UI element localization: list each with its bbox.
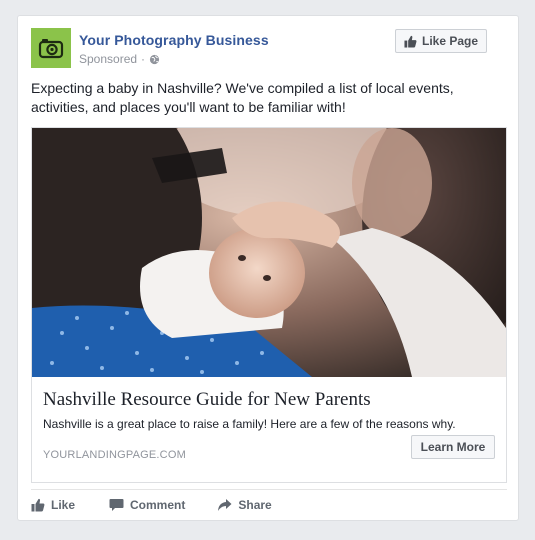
actions-divider: [31, 489, 507, 490]
link-attachment[interactable]: Nashville Resource Guide for New Parents…: [31, 127, 507, 483]
share-arrow-icon: [218, 499, 232, 511]
page-avatar[interactable]: [31, 28, 71, 68]
link-title[interactable]: Nashville Resource Guide for New Parents: [43, 389, 371, 411]
link-description: Nashville is a great place to raise a fa…: [43, 417, 456, 431]
page-name-link[interactable]: Your Photography Business: [79, 32, 269, 48]
newborn-photo: [32, 128, 506, 377]
share-button[interactable]: Share: [217, 498, 272, 512]
share-label: Share: [238, 498, 272, 512]
camera-icon: [38, 39, 64, 59]
comment-button[interactable]: Comment: [109, 498, 185, 512]
thumbs-up-icon: [31, 498, 45, 512]
comment-label: Comment: [130, 498, 186, 512]
sponsored-post-card: Your Photography Business Sponsored · Li…: [17, 15, 519, 521]
like-label: Like: [51, 498, 76, 512]
post-meta: Sponsored ·: [79, 52, 160, 66]
like-page-label: Like Page: [421, 34, 479, 48]
like-page-button[interactable]: Like Page: [395, 29, 487, 53]
ad-photo[interactable]: [32, 128, 506, 377]
link-preview[interactable]: Nashville Resource Guide for New Parents…: [32, 377, 506, 482]
learn-more-button[interactable]: Learn More: [411, 435, 495, 459]
like-button[interactable]: Like: [31, 498, 75, 512]
link-domain: YOURLANDINGPAGE.COM: [43, 449, 186, 461]
meta-separator: ·: [141, 52, 146, 66]
comment-icon: [109, 499, 124, 511]
post-body-text: Expecting a baby in Nashville? We've com…: [31, 80, 454, 115]
post-actions-bar: Like Comment Share: [31, 494, 300, 516]
thumbs-up-icon: [404, 35, 417, 48]
globe-icon: [149, 54, 160, 64]
sponsored-label[interactable]: Sponsored: [79, 52, 137, 66]
